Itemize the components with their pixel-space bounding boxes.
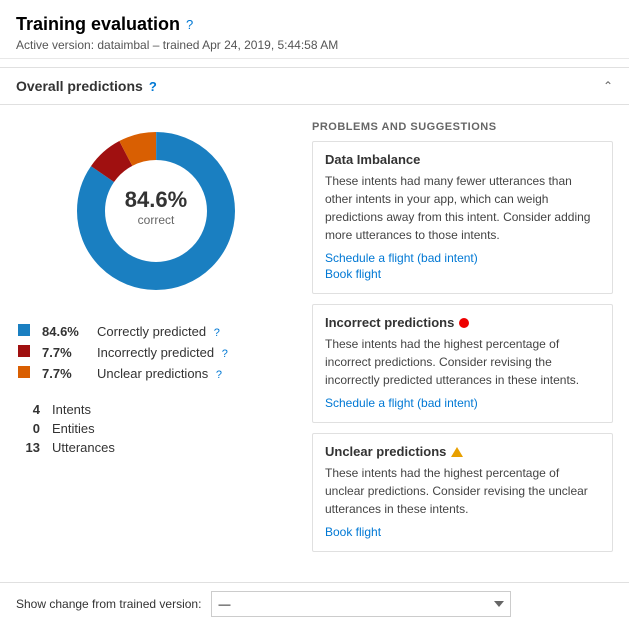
problem-card: Data Imbalance These intents had many fe…	[312, 141, 613, 294]
problem-cards-container: Data Imbalance These intents had many fe…	[312, 141, 613, 552]
donut-chart: 84.6% correct	[66, 121, 246, 301]
page-header: Training evaluation ? Active version: da…	[0, 0, 629, 59]
legend-label: Incorrectly predicted	[97, 345, 214, 360]
problem-card-desc: These intents had the highest percentage…	[325, 335, 600, 389]
problem-link[interactable]: Book flight	[325, 525, 600, 539]
legend-help-icon[interactable]: ?	[214, 327, 220, 339]
main-content: 84.6% correct 84.6% Correctly predicted …	[0, 105, 629, 578]
legend-color	[18, 366, 30, 378]
chart-center-pct: 84.6%	[125, 187, 187, 212]
legend-help-icon[interactable]: ?	[216, 369, 222, 381]
trained-version-select[interactable]: —	[211, 591, 511, 617]
problem-card-title: Data Imbalance	[325, 152, 600, 167]
legend-pct: 7.7%	[42, 366, 72, 381]
section-title-text: Overall predictions	[16, 78, 143, 94]
chart-container: 84.6% correct	[16, 121, 296, 301]
stats-value: 4	[16, 400, 46, 419]
legend-pct: 7.7%	[42, 345, 72, 360]
problem-title-text: Incorrect predictions	[325, 315, 454, 330]
right-panel: PROBLEMS AND SUGGESTIONS Data Imbalance …	[312, 121, 613, 562]
problem-card-desc: These intents had many fewer utterances …	[325, 172, 600, 244]
page-container: Training evaluation ? Active version: da…	[0, 0, 629, 625]
legend-color	[18, 345, 30, 357]
page-help-icon[interactable]: ?	[186, 17, 193, 32]
legend-row: 84.6% Correctly predicted ?	[16, 321, 296, 342]
problem-card: Incorrect predictions These intents had …	[312, 304, 613, 423]
stats-row: 0 Entities	[16, 419, 296, 438]
legend-label: Unclear predictions	[97, 366, 208, 381]
problem-card-title: Unclear predictions	[325, 444, 600, 459]
page-subtitle: Active version: dataimbal – trained Apr …	[16, 38, 613, 52]
left-panel: 84.6% correct 84.6% Correctly predicted …	[16, 121, 296, 562]
page-title: Training evaluation	[16, 14, 180, 35]
problem-title-text: Unclear predictions	[325, 444, 446, 459]
legend-label: Correctly predicted	[97, 324, 206, 339]
error-icon	[459, 318, 469, 328]
section-help-icon[interactable]: ?	[149, 79, 157, 94]
footer-label: Show change from trained version:	[16, 597, 201, 611]
problem-link[interactable]: Schedule a flight (bad intent)	[325, 396, 600, 410]
problem-link[interactable]: Book flight	[325, 267, 600, 281]
legend-table: 84.6% Correctly predicted ? 7.7% Incorre…	[16, 321, 296, 384]
stats-label: Intents	[46, 400, 296, 419]
stats-label: Entities	[46, 419, 296, 438]
stats-row: 13 Utterances	[16, 438, 296, 457]
problems-header: PROBLEMS AND SUGGESTIONS	[312, 121, 613, 133]
legend-row: 7.7% Unclear predictions ?	[16, 363, 296, 384]
legend-pct: 84.6%	[42, 324, 79, 339]
stats-value: 13	[16, 438, 46, 457]
warning-icon	[451, 447, 463, 457]
problem-card-desc: These intents had the highest percentage…	[325, 464, 600, 518]
stats-label: Utterances	[46, 438, 296, 457]
chart-center-label: correct	[138, 213, 175, 227]
problem-card: Unclear predictions These intents had th…	[312, 433, 613, 552]
footer-bar: Show change from trained version: —	[0, 582, 629, 625]
stats-value: 0	[16, 419, 46, 438]
legend-color	[18, 324, 30, 336]
stats-table: 4 Intents 0 Entities 13 Utterances	[16, 400, 296, 457]
problem-link[interactable]: Schedule a flight (bad intent)	[325, 251, 600, 265]
legend-row: 7.7% Incorrectly predicted ?	[16, 342, 296, 363]
problem-card-title: Incorrect predictions	[325, 315, 600, 330]
legend-help-icon[interactable]: ?	[222, 348, 228, 360]
stats-row: 4 Intents	[16, 400, 296, 419]
problem-title-text: Data Imbalance	[325, 152, 420, 167]
section-header: Overall predictions ? ⌃	[0, 67, 629, 105]
collapse-icon[interactable]: ⌃	[603, 79, 613, 93]
